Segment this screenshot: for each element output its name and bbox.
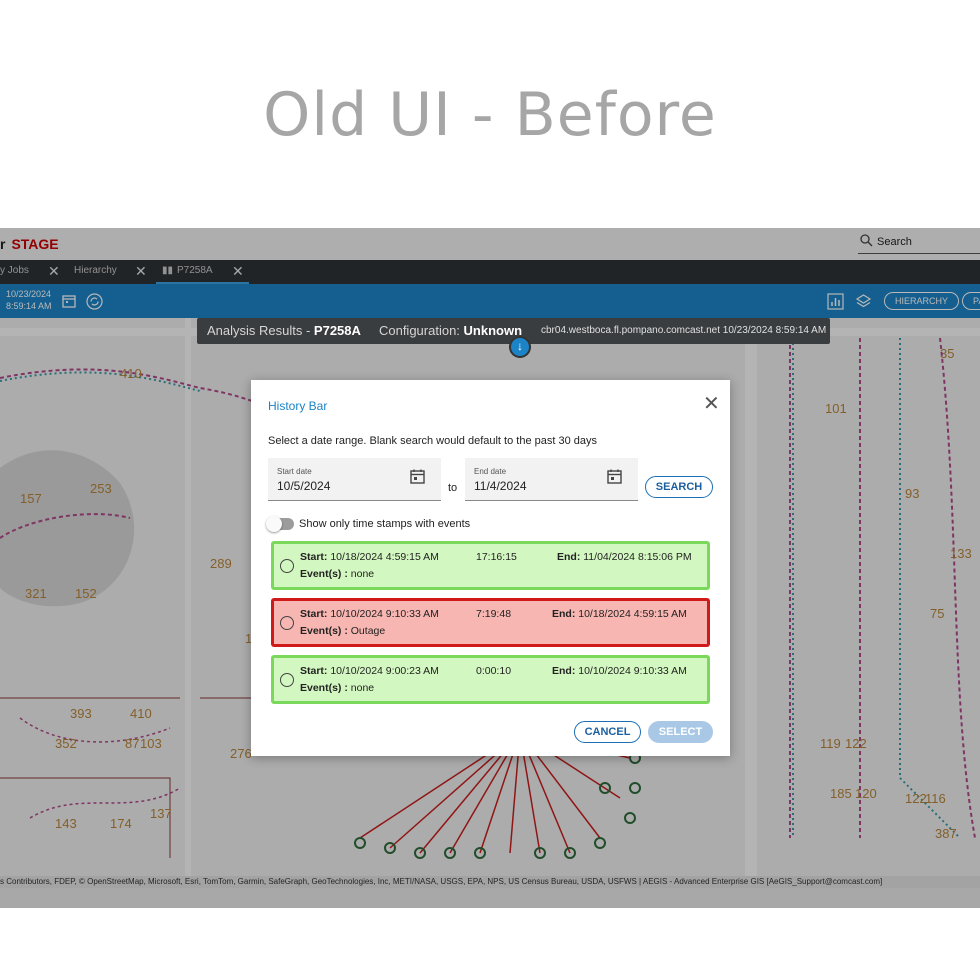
events-only-label: Show only time stamps with events [299,518,471,530]
row-radio[interactable] [280,616,294,630]
slide-title: Old UI - Before [263,80,717,150]
history-row[interactable]: Start: 10/10/2024 9:10:33 AM 7:19:48 End… [271,598,710,647]
row-duration: 7:19:48 [476,608,512,620]
device-info: cbr04.westboca.fl.pompano.comcast.net 10… [541,325,827,336]
search-button[interactable]: SEARCH [645,476,713,498]
calendar-icon[interactable] [410,469,425,484]
close-icon[interactable]: ✕ [703,394,720,414]
history-row[interactable]: Start: 10/18/2024 4:59:15 AM 17:16:15 En… [271,541,710,590]
end-date-label: End date [474,467,507,476]
download-arrow-icon[interactable]: ↓ [509,336,531,358]
toggle-knob [266,516,282,532]
dialog-instruction: Select a date range. Blank search would … [268,435,597,447]
to-label: to [448,482,458,494]
start-date-value: 10/5/2024 [277,479,331,493]
calendar-icon[interactable] [607,469,622,484]
end-date-field[interactable]: End date 11/4/2024 [465,458,638,501]
row-duration: 0:00:10 [476,665,512,677]
end-date-value: 11/4/2024 [474,479,527,493]
dialog-title: History Bar [268,399,328,413]
select-button[interactable]: SELECT [648,721,713,743]
analysis-id: P7258A [313,323,361,338]
start-date-field[interactable]: Start date 10/5/2024 [268,458,441,501]
row-duration: 17:16:15 [476,551,517,563]
start-date-label: Start date [277,467,312,476]
cancel-button[interactable]: CANCEL [574,721,641,743]
configuration-value: Unknown [463,323,523,338]
events-only-toggle[interactable] [266,516,294,532]
history-bar-dialog: History Bar ✕ Select a date range. Blank… [251,380,730,756]
row-radio[interactable] [280,559,294,573]
history-row[interactable]: Start: 10/10/2024 9:00:23 AM 0:00:10 End… [271,655,710,704]
row-radio[interactable] [280,673,294,687]
